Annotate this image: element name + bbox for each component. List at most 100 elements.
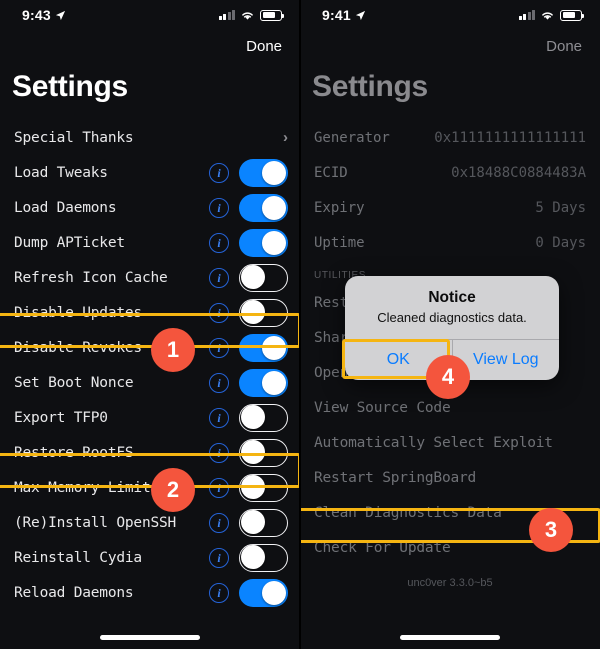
- toggle-knob: [240, 474, 265, 499]
- toggle-knob: [240, 264, 265, 289]
- settings-row-label: Set Boot Nonce: [14, 374, 134, 391]
- panel-divider: [299, 0, 301, 649]
- settings-row-reinstall-cydia[interactable]: Reinstall Cydia i: [0, 540, 300, 575]
- info-row-value: 5 Days: [535, 199, 586, 216]
- utility-row-label: Restart SpringBoard: [314, 469, 477, 486]
- toggle-switch-on[interactable]: [239, 228, 288, 257]
- home-indicator[interactable]: [100, 635, 200, 640]
- settings-row-label: Refresh Icon Cache: [14, 269, 168, 286]
- toggle-knob: [262, 195, 286, 220]
- settings-row-re-install-openssh[interactable]: (Re)Install OpenSSH i: [0, 505, 300, 540]
- settings-row-accessories: i: [209, 298, 288, 327]
- status-bar-indicators: [518, 9, 584, 21]
- info-row-key: Generator: [314, 129, 390, 146]
- info-row-expiry: Expiry 5 Days: [300, 190, 600, 225]
- toggle-knob: [262, 580, 286, 605]
- toggle-knob: [240, 439, 265, 464]
- info-icon[interactable]: i: [209, 407, 229, 428]
- home-indicator[interactable]: [400, 635, 500, 640]
- toggle-switch-off[interactable]: [239, 508, 288, 537]
- done-button[interactable]: Done: [546, 38, 582, 55]
- settings-row-label: Disable Revokes: [14, 339, 142, 356]
- settings-row-accessories: i: [209, 228, 288, 257]
- toggle-switch-off[interactable]: [239, 543, 288, 572]
- info-row-value: 0 Days: [535, 234, 586, 251]
- toggle-switch-on[interactable]: [239, 158, 288, 187]
- toggle-switch-off[interactable]: [239, 263, 288, 292]
- info-row-value: 0x1111111111111111: [434, 129, 586, 146]
- nav-bar: Done: [0, 30, 300, 62]
- toggle-switch-off[interactable]: [239, 298, 288, 327]
- annotation-badge-2: 2: [151, 468, 195, 512]
- settings-row-label: Export TFP0: [14, 409, 108, 426]
- settings-row-dump-apticket[interactable]: Dump APTicket i: [0, 225, 300, 260]
- settings-row-accessories: i: [209, 403, 288, 432]
- info-icon[interactable]: i: [209, 547, 229, 568]
- info-icon[interactable]: i: [209, 512, 229, 533]
- alert-message: Cleaned diagnostics data.: [377, 310, 527, 325]
- status-bar-time-group: 9:41: [322, 7, 366, 23]
- cellular-signal-icon: [518, 10, 535, 20]
- settings-row-load-tweaks[interactable]: Load Tweaks i: [0, 155, 300, 190]
- info-icon[interactable]: i: [209, 477, 229, 498]
- settings-row-label: Reload Daemons: [14, 584, 134, 601]
- settings-row-max-memory-limit[interactable]: Max Memory Limit i: [0, 470, 300, 505]
- settings-row-special-thanks[interactable]: Special Thanks ›: [0, 120, 300, 155]
- settings-row-refresh-icon-cache[interactable]: Refresh Icon Cache i: [0, 260, 300, 295]
- info-icon[interactable]: i: [209, 232, 229, 253]
- wifi-icon: [542, 11, 553, 20]
- settings-row-label: Load Daemons: [14, 199, 117, 216]
- status-bar: 9:43: [0, 0, 300, 30]
- battery-icon: [560, 9, 584, 21]
- info-row-key: ECID: [314, 164, 348, 181]
- toggle-switch-off[interactable]: [239, 473, 288, 502]
- toggle-switch-off[interactable]: [239, 403, 288, 432]
- battery-icon: [260, 9, 284, 21]
- info-icon[interactable]: i: [209, 197, 229, 218]
- settings-row-export-tfp0[interactable]: Export TFP0 i: [0, 400, 300, 435]
- info-row-value: 0x18488C0884483A: [451, 164, 586, 181]
- settings-row-label: Reinstall Cydia: [14, 549, 142, 566]
- toggle-knob: [240, 544, 265, 569]
- info-icon[interactable]: i: [209, 337, 229, 358]
- settings-row-accessories: ›: [283, 129, 288, 146]
- info-icon[interactable]: i: [209, 302, 229, 323]
- info-icon[interactable]: i: [209, 582, 229, 603]
- settings-row-set-boot-nonce[interactable]: Set Boot Nonce i: [0, 365, 300, 400]
- settings-row-load-daemons[interactable]: Load Daemons i: [0, 190, 300, 225]
- info-icon[interactable]: i: [209, 267, 229, 288]
- settings-row-restore-rootfs[interactable]: Restore RootFS i: [0, 435, 300, 470]
- settings-row-disable-updates[interactable]: Disable Updates i: [0, 295, 300, 330]
- info-icon[interactable]: i: [209, 162, 229, 183]
- utility-row-restart-springboard[interactable]: Restart SpringBoard: [300, 460, 600, 495]
- toggle-switch-off[interactable]: [239, 438, 288, 467]
- settings-row-label: Max Memory Limit: [14, 479, 151, 496]
- location-arrow-icon: [355, 10, 365, 20]
- toggle-switch-on[interactable]: [239, 193, 288, 222]
- settings-row-disable-revokes[interactable]: Disable Revokes i: [0, 330, 300, 365]
- status-bar-time: 9:43: [22, 7, 51, 23]
- status-bar-indicators: [218, 9, 284, 21]
- location-arrow-icon: [55, 10, 65, 20]
- utility-row-label: Clean Diagnostics Data: [314, 504, 502, 521]
- cellular-signal-icon: [218, 10, 235, 20]
- settings-row-accessories: i: [209, 333, 288, 362]
- info-row-key: Expiry: [314, 199, 365, 216]
- status-bar-time: 9:41: [322, 7, 351, 23]
- settings-row-accessories: i: [209, 193, 288, 222]
- done-button[interactable]: Done: [246, 38, 282, 55]
- toggle-switch-on[interactable]: [239, 333, 288, 362]
- page-title: Settings: [312, 70, 428, 103]
- utility-row-automatically-select-exploit[interactable]: Automatically Select Exploit: [300, 425, 600, 460]
- toggle-switch-on[interactable]: [239, 578, 288, 607]
- utility-row-label: Check For Update: [314, 539, 451, 556]
- toggle-knob: [240, 404, 265, 429]
- info-icon[interactable]: i: [209, 442, 229, 463]
- settings-row-accessories: i: [209, 263, 288, 292]
- settings-row-reload-daemons[interactable]: Reload Daemons i: [0, 575, 300, 610]
- info-row-key: Uptime: [314, 234, 365, 251]
- info-icon[interactable]: i: [209, 372, 229, 393]
- settings-row-accessories: i: [209, 438, 288, 467]
- toggle-switch-on[interactable]: [239, 368, 288, 397]
- settings-list: Special Thanks › Load Tweaks i Load Daemons i…: [0, 120, 300, 610]
